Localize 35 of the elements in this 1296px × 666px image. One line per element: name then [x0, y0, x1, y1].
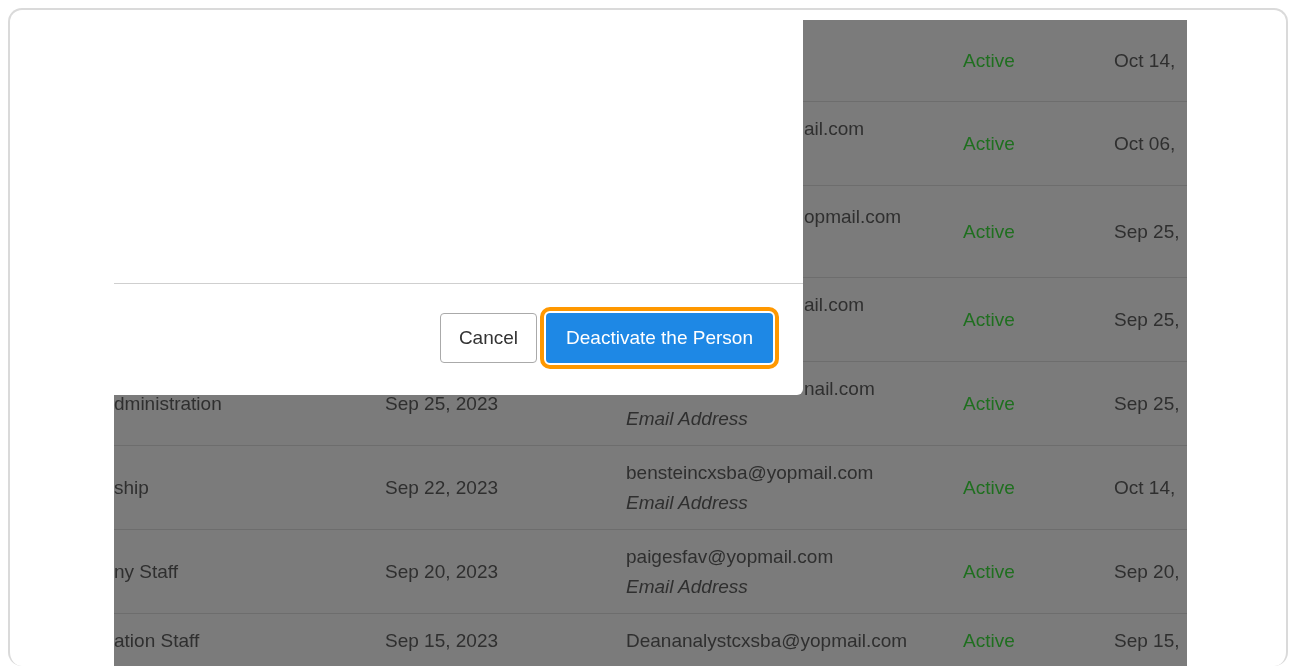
status-text: Active [963, 132, 1015, 154]
table-cell: Sep 20, [1114, 560, 1180, 582]
status-text: Active [963, 392, 1015, 414]
table-cell: ation Staff [114, 630, 200, 651]
table-cell: dministration [114, 392, 222, 414]
email-label: Email Address [626, 407, 749, 430]
status-text: Active [963, 220, 1015, 242]
table-cell: Sep 25, [1114, 308, 1180, 330]
email-text: ail.com [803, 117, 866, 140]
email-text: paigesfav@yopmail.com [626, 545, 835, 568]
table-cell: Oct 14, [1114, 49, 1176, 71]
email-label: Email Address [626, 575, 749, 598]
email-text: Deananalystcxsba@yopmail.com [626, 630, 909, 652]
email-text: ail.com [803, 293, 866, 316]
email-text: opmail.com [803, 205, 903, 228]
table-cell: ship [114, 476, 149, 498]
table-cell: Sep 25, 2023 [385, 392, 499, 414]
table-cell: Sep 20, 2023 [385, 560, 499, 582]
table-cell: Sep 25, [1114, 220, 1180, 242]
table-cell: Sep 25, [1114, 392, 1180, 414]
status-text: Active [963, 49, 1015, 71]
cancel-button[interactable]: Cancel [439, 312, 538, 363]
table-cell: Oct 14, [1114, 476, 1176, 498]
email-label: Email Address [626, 491, 749, 514]
table-cell: Sep 15, 2023 [385, 630, 499, 651]
status-text: Active [963, 308, 1015, 330]
status-text: Active [963, 630, 1015, 651]
table-cell: Sep 15, [1114, 630, 1180, 651]
email-text: nail.com [803, 377, 876, 400]
status-text: Active [963, 476, 1015, 498]
email-text: bensteincxsba@yopmail.com [626, 461, 875, 484]
table-cell: ny Staff [114, 560, 179, 582]
table-cell: Sep 22, 2023 [385, 476, 499, 498]
table-cell: Oct 06, [1114, 132, 1176, 154]
status-text: Active [963, 560, 1015, 582]
